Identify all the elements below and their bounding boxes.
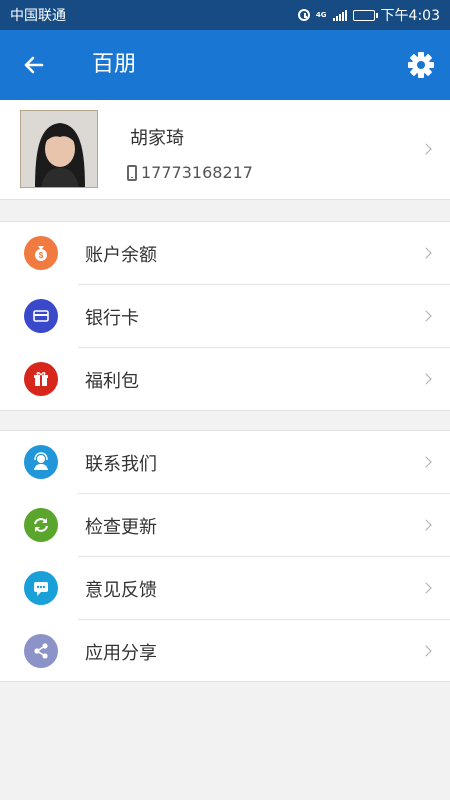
chevron-right-icon xyxy=(420,582,432,594)
back-button[interactable] xyxy=(16,47,52,83)
menu-label: 福利包 xyxy=(85,371,139,392)
menu-label: 账户余额 xyxy=(85,245,157,266)
menu-item-share-app[interactable]: 应用分享 xyxy=(0,620,450,683)
refresh-icon xyxy=(24,508,58,542)
menu-item-gift[interactable]: 福利包 xyxy=(0,348,450,411)
menu-label: 应用分享 xyxy=(85,643,157,664)
chevron-right-icon xyxy=(420,456,432,468)
profile-card[interactable]: 胡家琦 17773168217 xyxy=(0,100,450,200)
share-icon xyxy=(24,634,58,668)
chevron-right-icon xyxy=(420,247,432,259)
menu-label: 银行卡 xyxy=(85,308,139,329)
phone-icon xyxy=(127,164,137,181)
network-type: 4G xyxy=(315,10,327,19)
settings-button[interactable] xyxy=(404,48,438,82)
menu-item-check-update[interactable]: 检查更新 xyxy=(0,494,450,557)
customer-service-icon xyxy=(24,445,58,479)
menu-label: 检查更新 xyxy=(85,517,157,538)
chevron-right-icon xyxy=(420,143,432,155)
alarm-icon xyxy=(297,9,310,21)
chat-icon xyxy=(24,571,58,605)
money-bag-icon: $ xyxy=(24,236,58,270)
gift-icon xyxy=(24,362,58,396)
profile-phone: 17773168217 xyxy=(141,163,253,182)
profile-name: 胡家琦 xyxy=(130,128,184,149)
menu-item-balance[interactable]: $ 账户余额 xyxy=(0,222,450,285)
chevron-right-icon xyxy=(420,310,432,322)
menu-label: 意见反馈 xyxy=(85,580,157,601)
chevron-right-icon xyxy=(420,519,432,531)
svg-text:$: $ xyxy=(39,251,44,260)
card-icon xyxy=(24,299,58,333)
app-bar: 百朋 xyxy=(0,30,450,100)
menu-item-feedback[interactable]: 意见反馈 xyxy=(0,557,450,620)
chevron-right-icon xyxy=(420,645,432,657)
menu-label: 联系我们 xyxy=(85,454,157,475)
page-title: 百朋 xyxy=(92,52,137,77)
menu-item-bank-card[interactable]: 银行卡 xyxy=(0,285,450,348)
profile-phone-row: 17773168217 xyxy=(127,163,253,182)
gear-icon xyxy=(408,52,434,78)
status-bar: 中国联通 4G 下午4:03 xyxy=(0,0,450,30)
signal-icon xyxy=(332,9,347,21)
chevron-right-icon xyxy=(420,373,432,385)
menu-group-account: $ 账户余额 银行卡 福利包 xyxy=(0,221,450,411)
status-time: 下午4:03 xyxy=(380,8,440,24)
battery-icon xyxy=(352,9,378,21)
menu-group-support: 联系我们 检查更新 意见反馈 应用分享 xyxy=(0,430,450,682)
arrow-left-icon xyxy=(24,56,44,74)
carrier-label: 中国联通 xyxy=(10,8,66,24)
avatar xyxy=(20,110,98,188)
menu-item-contact-us[interactable]: 联系我们 xyxy=(0,431,450,494)
status-icons: 4G 下午4:03 xyxy=(297,5,440,25)
